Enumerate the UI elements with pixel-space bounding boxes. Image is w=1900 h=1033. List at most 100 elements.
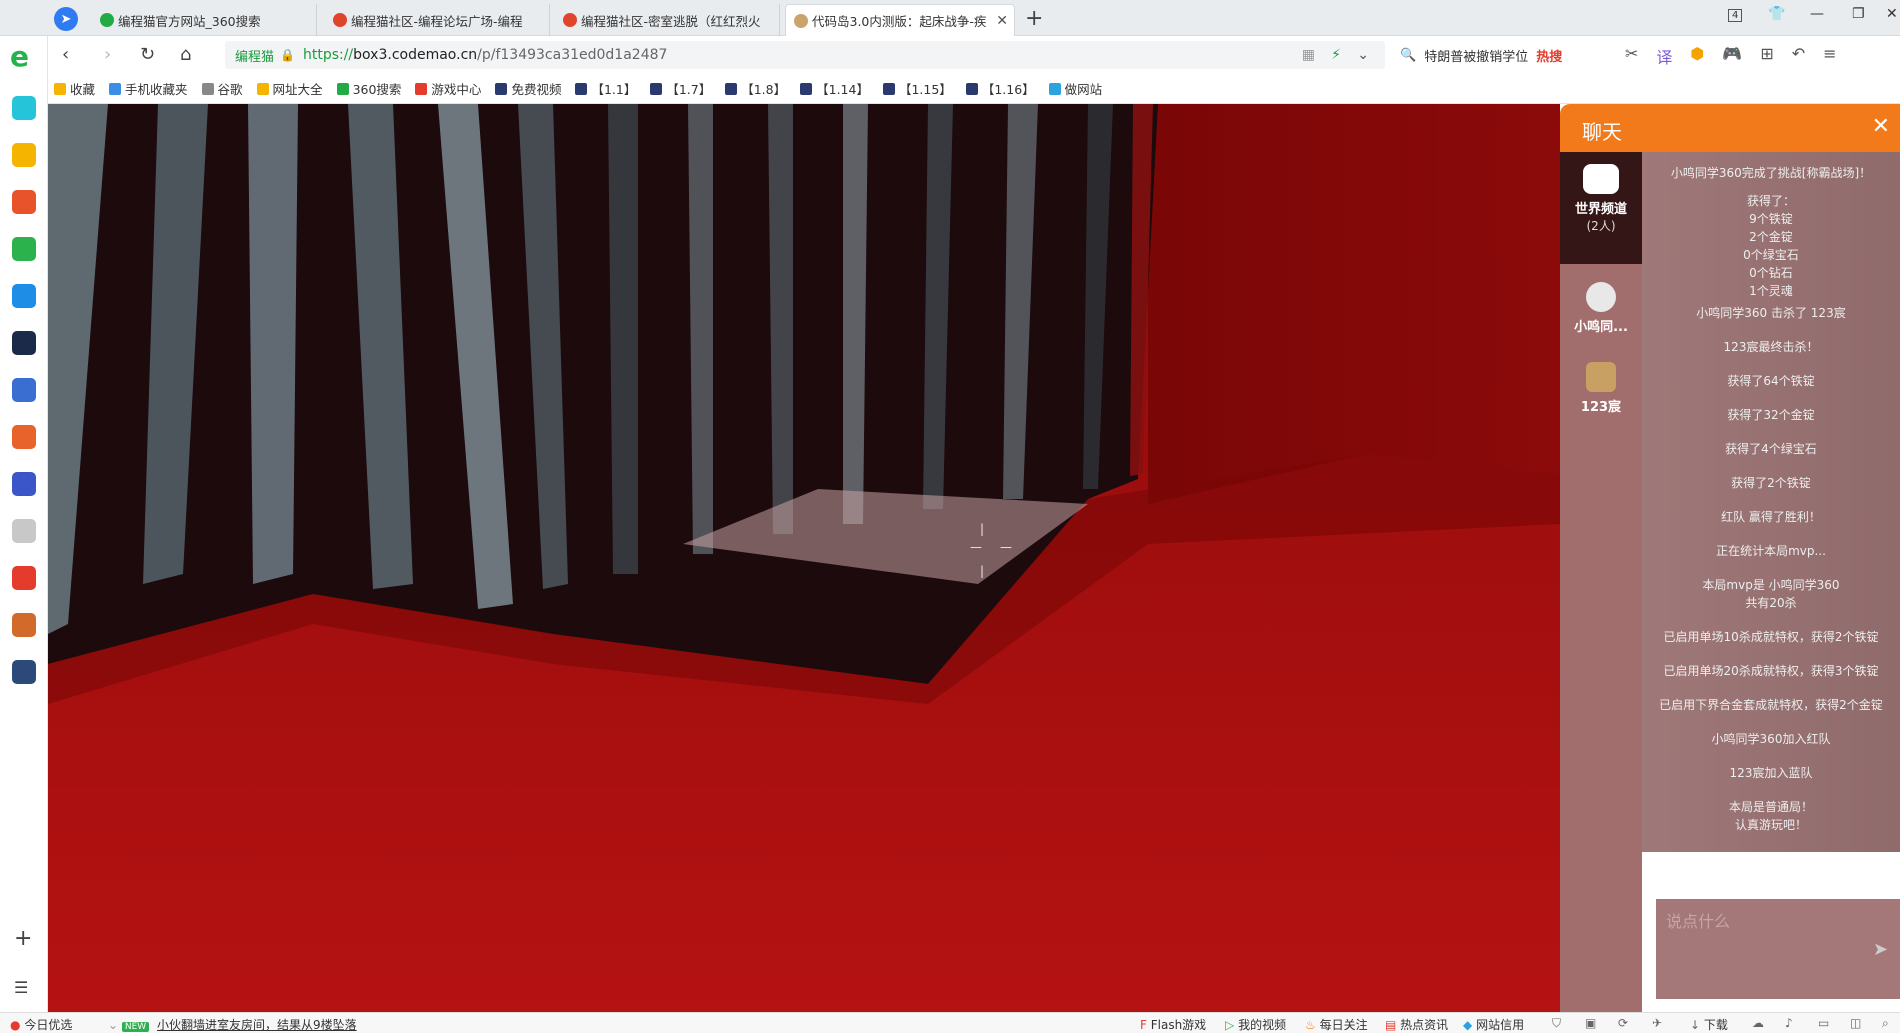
- close-window-icon[interactable]: ✕: [1886, 6, 1898, 22]
- bookmark-label: 【1.8】: [741, 82, 787, 97]
- sync-icon[interactable]: ⟳: [1618, 1016, 1628, 1030]
- bookmark-item[interactable]: 游戏中心: [415, 79, 481, 98]
- mail-icon[interactable]: [12, 237, 36, 261]
- bookmark-item[interactable]: 谷歌: [201, 79, 243, 98]
- tab-count: 4: [1728, 9, 1743, 22]
- bookmark-item[interactable]: 【1.14】: [800, 79, 869, 98]
- translate-icon[interactable]: 译: [1656, 44, 1672, 68]
- chat-input[interactable]: [1666, 909, 1846, 933]
- send-icon[interactable]: ➤: [1873, 939, 1888, 960]
- window-icon[interactable]: ▭: [1818, 1016, 1829, 1030]
- star-icon[interactable]: [12, 143, 36, 167]
- tab-3[interactable]: 编程猫社区-密室逃脱（红红烈火: [555, 4, 780, 36]
- qr-icon[interactable]: ▦: [1302, 47, 1315, 63]
- avatar: [1586, 282, 1616, 312]
- url-field[interactable]: 编程猫 🔒 https:// box3.codemao.cn /p/f13493…: [225, 41, 1385, 69]
- bookmark-item[interactable]: 【1.15】: [882, 79, 952, 98]
- image-icon[interactable]: ▣: [1585, 1016, 1596, 1030]
- gamepad-icon[interactable]: 🎮: [1722, 44, 1742, 68]
- search-box[interactable]: 🔍 特朗普被撤销学位 热搜: [1400, 41, 1610, 69]
- bookmark-item[interactable]: 【1.7】: [650, 79, 711, 98]
- shirt-icon[interactable]: 👕: [1768, 6, 1785, 22]
- browser-logo-icon[interactable]: e: [10, 40, 29, 73]
- doc-icon[interactable]: [12, 378, 36, 402]
- hot-search-label[interactable]: 热搜: [1536, 46, 1562, 65]
- channel-user-1[interactable]: 小鸣同...: [1560, 282, 1642, 335]
- tab-4[interactable]: 代码岛3.0内测版：起床战争-疾 ✕: [785, 4, 1015, 36]
- new-badge: NEW: [121, 1022, 150, 1032]
- rocket-icon[interactable]: ✈: [1652, 1016, 1662, 1030]
- close-tab-icon[interactable]: ✕: [996, 13, 1008, 29]
- bookmark-label: 【1.7】: [666, 82, 712, 97]
- bookmark-icon: [800, 82, 813, 95]
- news-icon[interactable]: [12, 331, 36, 355]
- cloud-icon[interactable]: ☁: [1752, 1016, 1764, 1030]
- new-tab-button[interactable]: +: [1025, 6, 1043, 31]
- grid-icon[interactable]: ⊞: [1760, 44, 1773, 68]
- redpacket-icon[interactable]: [12, 566, 36, 590]
- site-credit-link[interactable]: ◆ 网站信用: [1463, 1016, 1524, 1033]
- bookmark-item[interactable]: 【1.8】: [725, 79, 786, 98]
- restore-icon[interactable]: ❐: [1852, 6, 1865, 22]
- close-icon[interactable]: ✕: [1872, 114, 1890, 139]
- bookmark-item[interactable]: 收藏: [54, 79, 95, 98]
- king-icon[interactable]: [12, 613, 36, 637]
- p-icon[interactable]: [12, 284, 36, 308]
- bookmark-item[interactable]: 手机收藏夹: [109, 79, 188, 98]
- url-scheme: https://: [302, 47, 354, 63]
- speed-icon[interactable]: ⚡: [1331, 47, 1341, 63]
- minimize-icon[interactable]: —: [1810, 6, 1824, 22]
- channel-user-2[interactable]: 123宸: [1560, 362, 1642, 415]
- undo-icon[interactable]: ↶: [1792, 44, 1805, 68]
- bookmark-item[interactable]: 网址大全: [256, 79, 323, 98]
- bookmark-item[interactable]: 360搜索: [336, 79, 401, 98]
- search-status-icon[interactable]: ⌕: [1882, 1016, 1889, 1031]
- bookmark-item[interactable]: 【1.16】: [965, 79, 1035, 98]
- plus-health-icon[interactable]: [12, 96, 36, 120]
- back-icon[interactable]: ‹: [62, 44, 69, 65]
- chevron-down-icon[interactable]: ⌄: [1357, 47, 1369, 63]
- crosshair-icon: |: [980, 522, 985, 536]
- bookmark-icon: [725, 82, 738, 95]
- daily-follow-link[interactable]: ♨ 每日关注: [1305, 1016, 1368, 1033]
- zoom-icon[interactable]: ◫: [1850, 1016, 1861, 1030]
- tab-title: 代码岛3.0内测版：起床战争-疾: [812, 14, 987, 29]
- speaker-icon[interactable]: ♪: [1785, 1016, 1793, 1030]
- bookmark-item[interactable]: 【1.1】: [575, 79, 636, 98]
- channel-world[interactable]: 世界频道 (2人): [1560, 164, 1642, 234]
- forward-icon[interactable]: ›: [104, 44, 111, 65]
- daily-label: 每日关注: [1319, 1018, 1368, 1032]
- news-ticker[interactable]: ⌄ NEW 小伙翻墙进室友房间，结果从9楼坠落: [108, 1016, 357, 1033]
- game-viewport[interactable]: | — — |: [48, 104, 1560, 1012]
- download-link[interactable]: ↓ 下载: [1690, 1016, 1728, 1033]
- home-icon[interactable]: ⌂: [180, 44, 191, 65]
- today-picks[interactable]: ● 今日优选: [10, 1016, 72, 1033]
- my-video-link[interactable]: ▷ 我的视频: [1225, 1016, 1286, 1033]
- game-icon[interactable]: [12, 472, 36, 496]
- chat-channel-list: 世界频道 (2人) 小鸣同... 123宸: [1560, 152, 1642, 1012]
- shield-icon[interactable]: ⬢: [1690, 44, 1704, 68]
- reload-icon[interactable]: ↻: [140, 44, 155, 65]
- bookmark-icon: [1048, 82, 1061, 95]
- avatar-icon[interactable]: [12, 660, 36, 684]
- tab-count-icon[interactable]: 4: [1728, 6, 1743, 22]
- tab-2[interactable]: 编程猫社区-编程论坛广场-编程: [325, 4, 550, 36]
- bookmark-item[interactable]: 免费视频: [495, 79, 561, 98]
- panda-icon[interactable]: [12, 519, 36, 543]
- chat-message: 123宸最终击杀！: [1723, 340, 1819, 354]
- navigation-icon[interactable]: ➤: [54, 7, 78, 31]
- bookmark-item[interactable]: 做网站: [1048, 79, 1102, 98]
- sidebar-menu-icon[interactable]: ☰: [14, 978, 28, 997]
- novel-icon[interactable]: [12, 425, 36, 449]
- scissors-icon[interactable]: ✂: [1625, 44, 1638, 68]
- channel-label: 123宸: [1580, 400, 1622, 415]
- weibo-icon[interactable]: [12, 190, 36, 214]
- bookmark-label: 【1.1】: [591, 82, 637, 97]
- hot-news-link[interactable]: ▤ 热点资讯: [1385, 1016, 1448, 1033]
- menu-icon[interactable]: ≡: [1823, 44, 1836, 68]
- shield-status-icon[interactable]: ⛉: [1552, 1016, 1561, 1031]
- tab-1[interactable]: 编程猫官方网站_360搜索: [92, 4, 317, 36]
- flash-games-link[interactable]: F Flash游戏: [1140, 1016, 1206, 1033]
- add-app-icon[interactable]: +: [14, 926, 32, 951]
- news-icon: ▤: [1385, 1018, 1397, 1032]
